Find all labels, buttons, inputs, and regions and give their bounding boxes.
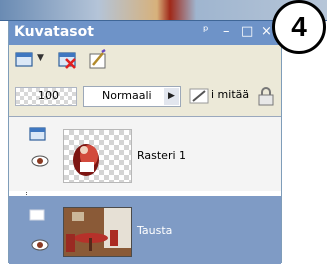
maximize-button[interactable]: □ [241, 24, 253, 40]
delete-layer-button[interactable] [57, 49, 79, 71]
pin-button[interactable]: ᵖ [203, 24, 209, 40]
blend-mode-value: Normaali [102, 89, 152, 102]
edit-layer-button[interactable] [87, 48, 109, 71]
brush-lock-button[interactable] [189, 87, 211, 105]
blend-dropdown-arrow-icon[interactable]: ▶ [164, 88, 179, 105]
layers-palette: Kuvatasot ᵖ – □ × ▼ 100 Normaali ▶ i mit… [8, 21, 282, 264]
layer-thumbnail-rasteri [63, 129, 132, 183]
delete-layer-icon [58, 52, 76, 69]
raster-layer-icon [29, 127, 46, 141]
layer-row-rasteri[interactable]: Rasteri 1 [9, 117, 281, 191]
new-layer-icon [15, 52, 33, 67]
opacity-value: 100 [38, 89, 59, 102]
blend-mode-select[interactable]: Normaali ▶ [83, 86, 181, 107]
palette-title: Kuvatasot [14, 24, 94, 40]
opacity-field[interactable]: 100 [15, 87, 77, 106]
step-number-badge: 4 [272, 0, 326, 54]
minimize-button[interactable]: – [223, 24, 230, 40]
new-layer-button[interactable] [14, 49, 36, 71]
lock-label: i mitää [211, 88, 250, 101]
lock-icon [258, 87, 274, 106]
lock-button[interactable] [255, 85, 277, 107]
step-number: 4 [291, 11, 307, 42]
layer-properties-bar: 100 Normaali ▶ i mitää [9, 83, 281, 111]
edit-layer-icon [89, 48, 106, 69]
layer-thumbnail-tausta [63, 207, 132, 257]
layers-toolbar: ▼ [9, 45, 281, 75]
palette-titlebar: Kuvatasot ᵖ – □ × [9, 21, 281, 45]
layer-row-tausta[interactable]: Tausta [9, 196, 281, 264]
layers-list: Rasteri 1 Tausta [9, 116, 281, 264]
visibility-eye-icon[interactable] [31, 154, 49, 168]
close-button[interactable]: × [261, 24, 272, 40]
background-layer-icon [29, 209, 45, 221]
pen-icon [189, 88, 209, 104]
layer-name-rasteri: Rasteri 1 [137, 149, 187, 162]
visibility-eye-icon[interactable] [31, 238, 49, 252]
layer-name-tausta: Tausta [137, 224, 173, 237]
new-layer-dropdown-icon[interactable]: ▼ [37, 53, 44, 63]
